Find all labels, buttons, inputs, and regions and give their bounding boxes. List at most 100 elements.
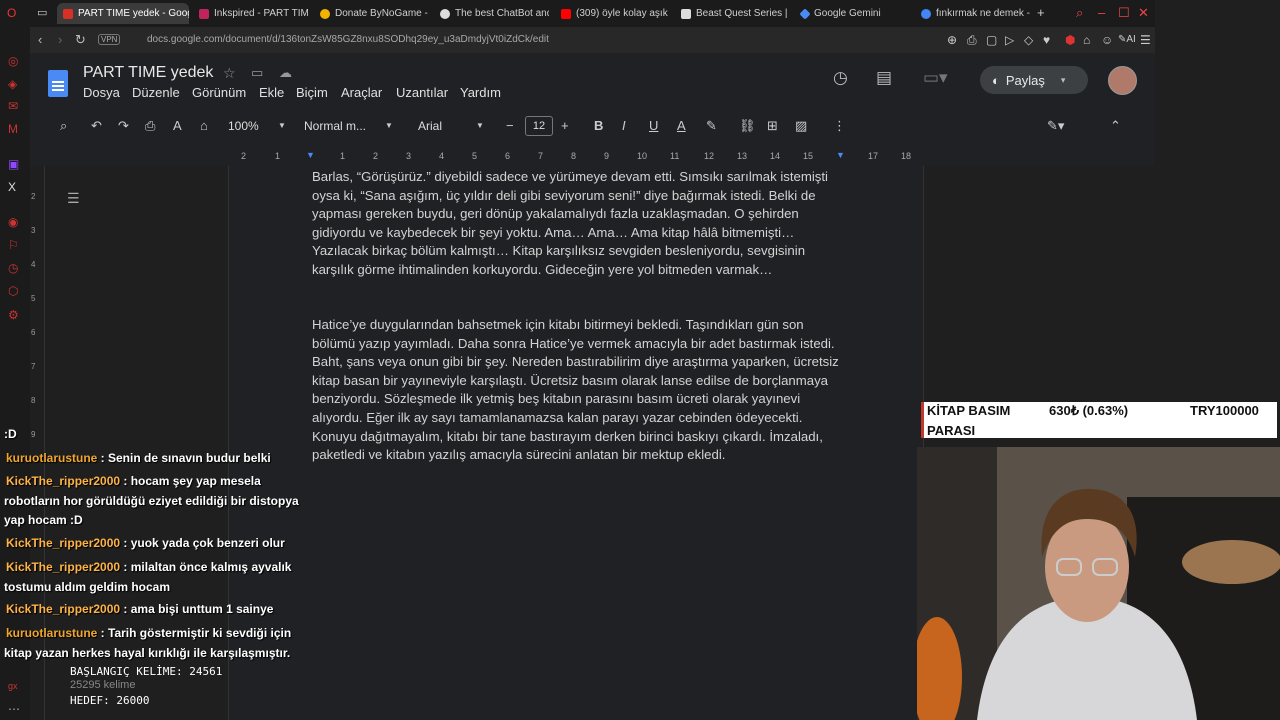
sidebar-settings-icon[interactable]: ⚙	[8, 308, 19, 322]
document-paragraph-2[interactable]: Hatice’ye duygularından bahsetmek için k…	[312, 316, 842, 465]
target-word-count: HEDEF: 26000	[70, 694, 150, 707]
wallet-icon[interactable]: ⌂	[1083, 33, 1090, 47]
tab-chatbot[interactable]: The best ChatBot and	[434, 3, 549, 24]
pip-icon[interactable]: ▢	[986, 33, 997, 47]
style-select[interactable]: Normal m...	[304, 119, 366, 133]
menu-gorunum[interactable]: Görünüm	[192, 85, 246, 100]
bookmark-icon[interactable]: ◇	[1024, 33, 1033, 47]
sidebar-gmail-icon[interactable]: M	[8, 122, 18, 136]
sidebar-aria-icon[interactable]: ◎	[8, 54, 18, 68]
font-size-input[interactable]: 12	[525, 116, 553, 136]
tab-finkirmak[interactable]: fınkırmak ne demek - G	[915, 3, 1030, 24]
tab-google-gemini[interactable]: Google Gemini	[795, 3, 910, 24]
snapshot-icon[interactable]: ⎙	[967, 33, 977, 48]
close-window-icon[interactable]: ✕	[1138, 5, 1149, 21]
menu-dosya[interactable]: Dosya	[83, 85, 120, 100]
menu-yardim[interactable]: Yardım	[460, 85, 501, 100]
comments-icon[interactable]: ▤	[876, 68, 892, 88]
zoom-select[interactable]: 100%	[228, 119, 259, 133]
minimize-icon[interactable]: –	[1098, 5, 1105, 20]
increase-font-icon[interactable]: +	[561, 118, 569, 133]
menu-araclar[interactable]: Araçlar	[341, 85, 382, 100]
ruler-number: 3	[406, 151, 412, 161]
document-paragraph-1[interactable]: Barlas, “Görüşürüz.” diyebildi sadece ve…	[312, 168, 842, 280]
tab-youtube[interactable]: (309) öyle kolay aşık o	[555, 3, 670, 24]
star-icon[interactable]: ☆	[223, 65, 236, 82]
sidebar-player-icon[interactable]: ◉	[8, 215, 18, 229]
webcam-image	[917, 447, 1280, 720]
paint-format-icon[interactable]: ⌂	[200, 118, 208, 133]
chat-message: kuruotlarustune : Tarih göstermiştir ki …	[4, 624, 304, 663]
tab-overview-icon[interactable]: ▭	[37, 6, 47, 19]
document-title[interactable]: PART TIME yedek	[83, 64, 213, 82]
menu-icon[interactable]: ☰	[1140, 33, 1151, 47]
meet-icon[interactable]: ▭▾	[923, 68, 948, 88]
link-icon[interactable]: ⛓	[739, 118, 756, 134]
url-field[interactable]: docs.google.com/document/d/136tonZsW85GZ…	[147, 34, 549, 45]
new-tab-icon[interactable]: +	[1037, 5, 1045, 20]
sidebar-twitch-icon[interactable]: ▣	[8, 157, 19, 171]
sidebar-history-icon[interactable]: ◷	[8, 261, 18, 275]
underline-icon[interactable]: U	[649, 118, 658, 133]
add-comment-icon[interactable]: ⊞	[767, 118, 778, 134]
horizontal-ruler[interactable]: 2 1 ▼ 1 2 3 4 5 6 7 8 9 10 11 12 13 14 1…	[30, 148, 1155, 166]
reload-icon[interactable]: ↻	[75, 32, 86, 48]
tab-donate-bynogame[interactable]: Donate ByNoGame - G	[314, 3, 429, 24]
heart-icon[interactable]: ♥	[1043, 33, 1050, 47]
menu-uzantilar[interactable]: Uzantılar	[396, 85, 448, 100]
vruler-mark: 2	[31, 192, 36, 201]
avatar[interactable]	[1108, 66, 1137, 95]
menu-duzenle[interactable]: Düzenle	[132, 85, 180, 100]
tab-label: Inkspired - PART TIME	[214, 8, 308, 19]
tab-inkspired[interactable]: Inkspired - PART TIME	[193, 3, 308, 24]
vruler-mark: 3	[31, 226, 36, 235]
ruler-number: 18	[901, 151, 912, 161]
share-button[interactable]: ◐ Paylaş ▾	[980, 66, 1088, 94]
sidebar-more-icon[interactable]: ⋯	[8, 702, 20, 716]
profile-icon[interactable]: ☺	[1101, 33, 1113, 47]
undo-icon[interactable]: ↶	[91, 118, 102, 134]
document-outline-icon[interactable]: ☰	[67, 190, 80, 207]
vpn-badge[interactable]: VPN	[98, 34, 121, 45]
insert-image-icon[interactable]: ▨	[795, 118, 807, 134]
collapse-menus-icon[interactable]: ⌃	[1110, 118, 1121, 134]
sidebar-x-icon[interactable]: X	[8, 180, 16, 194]
search-menus-icon[interactable]: ⌕	[60, 118, 67, 134]
tab-part-time-yedek[interactable]: PART TIME yedek - Googl	[57, 3, 189, 24]
maximize-icon[interactable]: ☐	[1118, 5, 1130, 21]
cloud-status-icon[interactable]: ☁	[279, 65, 292, 81]
chevron-down-icon[interactable]: ▾	[1061, 75, 1066, 86]
sidebar-extensions-icon[interactable]: ⬡	[8, 284, 18, 298]
back-icon[interactable]: ‹	[38, 32, 42, 47]
italic-icon[interactable]: I	[622, 118, 626, 133]
move-folder-icon[interactable]: ▭	[251, 65, 263, 81]
sidebar-pin-icon[interactable]: ⚐	[8, 238, 19, 252]
menu-ekle[interactable]: Ekle	[259, 85, 284, 100]
menu-bicim[interactable]: Biçim	[296, 85, 328, 100]
more-options-icon[interactable]: ⋮	[833, 118, 846, 134]
sidebar-gx-icon[interactable]: gx	[8, 681, 18, 691]
bold-icon[interactable]: B	[594, 118, 603, 133]
tab-beast-quest[interactable]: Beast Quest Series | E	[675, 3, 790, 24]
zoom-icon[interactable]: ⊕	[947, 33, 957, 47]
highlight-icon[interactable]: ✎	[706, 118, 717, 134]
spellcheck-icon[interactable]: A	[173, 118, 182, 133]
redo-icon[interactable]: ↷	[118, 118, 129, 134]
forward-icon[interactable]: ›	[58, 32, 62, 47]
ai-icon[interactable]: ✎AI	[1118, 34, 1136, 45]
right-indent-marker-icon[interactable]: ▼	[836, 150, 845, 160]
editing-mode-icon[interactable]: ✎▾	[1047, 118, 1064, 134]
left-indent-marker-icon[interactable]: ▼	[306, 150, 315, 160]
sidebar-messenger-icon[interactable]: ✉	[8, 99, 18, 113]
print-icon[interactable]: ⎙	[145, 118, 155, 134]
sidebar-crypto-icon[interactable]: ◈	[8, 77, 17, 91]
decrease-font-icon[interactable]: −	[506, 118, 514, 133]
play-icon[interactable]: ▷	[1005, 33, 1014, 47]
opera-logo-icon[interactable]: O	[7, 6, 16, 20]
docs-logo-icon[interactable]	[48, 70, 68, 97]
text-color-icon[interactable]: A	[677, 118, 686, 133]
search-tabs-icon[interactable]: ⌕	[1076, 5, 1083, 21]
extensions-icon[interactable]: ⬢	[1065, 33, 1075, 47]
font-select[interactable]: Arial	[418, 119, 442, 133]
version-history-icon[interactable]: ◷	[833, 68, 848, 88]
